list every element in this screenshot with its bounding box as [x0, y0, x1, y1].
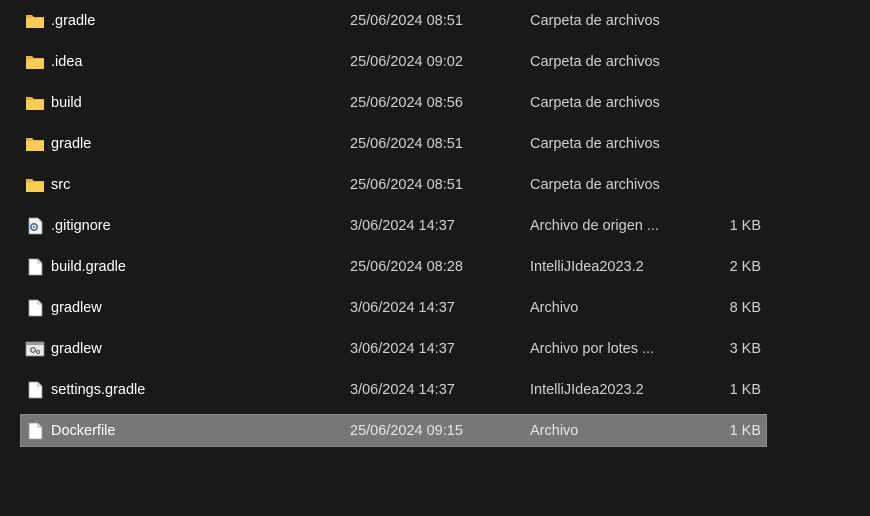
file-size: 8 KB: [729, 300, 761, 316]
file-row[interactable]: gradle 25/06/2024 08:51 Carpeta de archi…: [20, 127, 767, 160]
folder-icon: [25, 53, 45, 71]
file-name: build.gradle: [51, 259, 126, 275]
file-row[interactable]: src 25/06/2024 08:51 Carpeta de archivos: [20, 168, 767, 201]
file-date: 3/06/2024 14:37: [350, 218, 455, 234]
file-row[interactable]: .gradle 25/06/2024 08:51 Carpeta de arch…: [20, 4, 767, 37]
file-size: 1 KB: [729, 382, 761, 398]
file-date: 25/06/2024 08:51: [350, 13, 463, 29]
batch-file-icon: [25, 340, 45, 358]
folder-icon: [25, 135, 45, 153]
file-date: 25/06/2024 08:51: [350, 177, 463, 193]
file-size: 1 KB: [729, 218, 761, 234]
file-date: 3/06/2024 14:37: [350, 341, 455, 357]
folder-icon: [25, 176, 45, 194]
file-date: 25/06/2024 08:28: [350, 259, 463, 275]
file-type: Archivo: [530, 300, 579, 316]
file-type: Carpeta de archivos: [530, 13, 660, 29]
file-type: Carpeta de archivos: [530, 177, 660, 193]
config-file-icon: [25, 217, 45, 235]
file-date: 25/06/2024 09:02: [350, 54, 463, 70]
file-name: gradlew: [51, 341, 102, 357]
folder-icon: [25, 94, 45, 112]
file-date: 3/06/2024 14:37: [350, 382, 455, 398]
file-name: .gitignore: [51, 218, 111, 234]
file-name: gradle: [51, 136, 92, 152]
file-size: 2 KB: [729, 259, 761, 275]
file-icon: [25, 381, 45, 399]
file-type: Archivo: [530, 423, 579, 439]
file-icon: [25, 299, 45, 317]
file-row[interactable]: settings.gradle 3/06/2024 14:37 IntelliJ…: [20, 373, 767, 406]
file-name: .idea: [51, 54, 83, 70]
file-type: Archivo por lotes ...: [530, 341, 655, 357]
file-row[interactable]: build 25/06/2024 08:56 Carpeta de archiv…: [20, 86, 767, 119]
file-icon: [25, 422, 45, 440]
file-name: build: [51, 95, 82, 111]
file-date: 25/06/2024 08:51: [350, 136, 463, 152]
file-size: 3 KB: [729, 341, 761, 357]
file-type: IntelliJIdea2023.2: [530, 382, 644, 398]
file-name: src: [51, 177, 71, 193]
file-name: gradlew: [51, 300, 102, 316]
file-name: .gradle: [51, 13, 96, 29]
file-list: .gradle 25/06/2024 08:51 Carpeta de arch…: [20, 4, 767, 455]
folder-icon: [25, 12, 45, 30]
file-type: Carpeta de archivos: [530, 54, 660, 70]
file-row[interactable]: gradlew 3/06/2024 14:37 Archivo 8 KB: [20, 291, 767, 324]
file-type: Archivo de origen ...: [530, 218, 659, 234]
file-row[interactable]: .gitignore 3/06/2024 14:37 Archivo de or…: [20, 209, 767, 242]
file-row[interactable]: gradlew 3/06/2024 14:37 Archivo por lote…: [20, 332, 767, 365]
file-date: 3/06/2024 14:37: [350, 300, 455, 316]
file-row[interactable]: .idea 25/06/2024 09:02 Carpeta de archiv…: [20, 45, 767, 78]
file-icon: [25, 258, 45, 276]
file-row[interactable]: build.gradle 25/06/2024 08:28 IntelliJId…: [20, 250, 767, 283]
file-name: Dockerfile: [51, 423, 116, 439]
file-name: settings.gradle: [51, 382, 146, 398]
file-date: 25/06/2024 08:56: [350, 95, 463, 111]
file-row-selected[interactable]: Dockerfile 25/06/2024 09:15 Archivo 1 KB: [20, 414, 767, 447]
file-date: 25/06/2024 09:15: [350, 423, 463, 439]
file-type: Carpeta de archivos: [530, 136, 660, 152]
file-size: 1 KB: [729, 423, 761, 439]
file-type: Carpeta de archivos: [530, 95, 660, 111]
file-type: IntelliJIdea2023.2: [530, 259, 644, 275]
